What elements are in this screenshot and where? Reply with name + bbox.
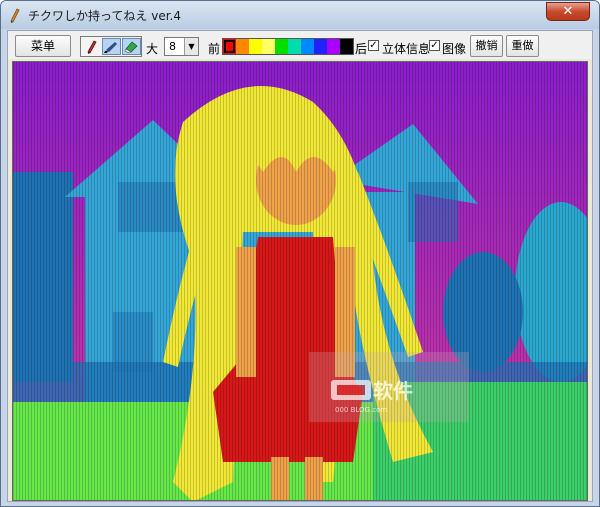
redo-button[interactable]: 重做 — [506, 35, 539, 57]
brush-icon[interactable] — [102, 38, 121, 55]
app-window: チクワしか持ってねえ ver.4 ✕ 菜单 大 8 ▼ 前 后 ✓ 立体信息 ✓… — [0, 0, 600, 507]
client-area: 菜单 大 8 ▼ 前 后 ✓ 立体信息 ✓ 图像 撤销 重做 软件 000 BL… — [7, 30, 593, 502]
image-checkbox[interactable]: ✓ — [429, 40, 440, 51]
color-palette — [222, 38, 354, 55]
back-color-label: 后 — [355, 42, 368, 56]
color-swatch[interactable] — [236, 39, 249, 54]
color-swatch[interactable] — [262, 39, 275, 54]
color-swatch[interactable] — [275, 39, 288, 54]
stereo-info-checkbox[interactable]: ✓ — [368, 40, 379, 51]
color-swatch[interactable] — [340, 39, 353, 54]
watermark-sub: 000 BLOG.com — [335, 406, 387, 414]
toolbar: 菜单 大 8 ▼ 前 后 ✓ 立体信息 ✓ 图像 撤销 重做 — [8, 31, 592, 59]
watermark-main: 软件 — [373, 379, 413, 403]
stripe-overlay — [13, 62, 587, 500]
watermark: 软件 000 BLOG.com — [309, 352, 469, 422]
undo-button[interactable]: 撤销 — [470, 35, 503, 57]
stereogram-image: 软件 000 BLOG.com — [13, 62, 587, 500]
size-label: 大 — [146, 42, 159, 56]
color-swatch[interactable] — [301, 39, 314, 54]
brush-size-select[interactable]: 8 ▼ — [164, 37, 199, 56]
color-swatch[interactable] — [223, 39, 236, 54]
eraser-icon[interactable] — [122, 38, 141, 55]
close-button[interactable]: ✕ — [546, 2, 590, 21]
color-swatch[interactable] — [249, 39, 262, 54]
color-swatch[interactable] — [288, 39, 301, 54]
brush-size-value: 8 — [169, 40, 176, 53]
chevron-down-icon[interactable]: ▼ — [184, 38, 198, 55]
color-swatch[interactable] — [314, 39, 327, 54]
menu-button[interactable]: 菜单 — [15, 35, 71, 57]
front-color-label: 前 — [208, 42, 221, 56]
title-bar[interactable]: チクワしか持ってねえ ver.4 ✕ — [1, 1, 599, 29]
image-label: 图像 — [442, 42, 467, 56]
tool-group — [80, 36, 142, 57]
window-title: チクワしか持ってねえ ver.4 — [28, 9, 181, 23]
stereo-info-label: 立体信息 — [382, 42, 431, 56]
pencil-icon[interactable] — [82, 38, 101, 55]
color-swatch[interactable] — [327, 39, 340, 54]
drawing-canvas[interactable]: 软件 000 BLOG.com — [12, 61, 588, 501]
pencil-app-icon — [8, 7, 22, 23]
